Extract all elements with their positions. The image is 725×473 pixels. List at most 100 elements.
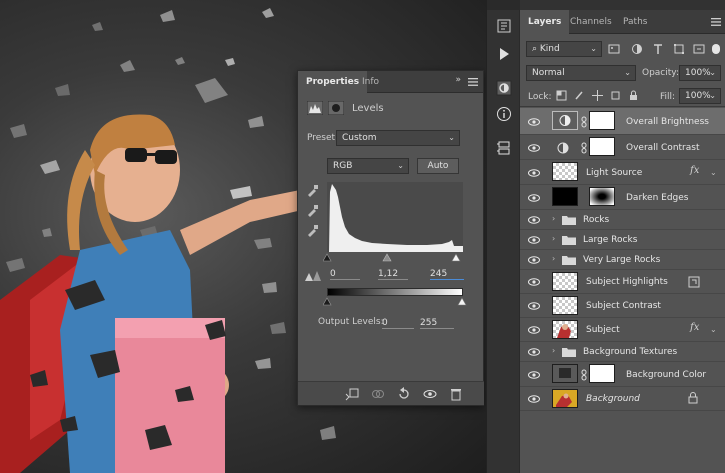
levels-histogram <box>327 182 463 252</box>
layer-row[interactable]: › Large Rocks <box>520 230 725 250</box>
visibility-eye-icon[interactable] <box>528 167 540 179</box>
adjustments-icon[interactable] <box>496 80 512 96</box>
play-actions-icon[interactable] <box>496 46 512 62</box>
lock-transparency-icon[interactable] <box>556 90 567 101</box>
filter-smart-object-icon[interactable] <box>693 43 705 55</box>
layer-mask-thumbnail[interactable] <box>589 137 615 156</box>
clipping-warning-icon[interactable] <box>304 270 322 282</box>
fill-field[interactable]: 100% ⌄ <box>679 88 721 104</box>
layer-mask-icon[interactable] <box>328 101 344 115</box>
input-mid-field[interactable]: 1,12 <box>378 268 408 280</box>
preset-label: Preset: <box>307 133 339 143</box>
layer-mask-thumbnail[interactable] <box>589 187 615 206</box>
chevron-right-icon[interactable]: › <box>552 234 555 243</box>
lock-icon[interactable] <box>688 392 698 404</box>
visibility-eye-icon[interactable] <box>528 300 540 312</box>
layer-row[interactable]: › Rocks <box>520 210 725 230</box>
info-icon[interactable] <box>496 106 512 122</box>
filter-adjustment-icon[interactable] <box>631 43 643 55</box>
visibility-eye-icon[interactable] <box>423 387 437 401</box>
properties-footer <box>298 381 484 405</box>
lock-pixels-icon[interactable] <box>574 90 585 101</box>
filter-type-icon[interactable] <box>652 43 664 55</box>
collapse-panel-icon[interactable]: » <box>455 75 461 85</box>
layer-row[interactable]: › Background Textures <box>520 342 725 362</box>
layer-thumbnail <box>552 162 578 181</box>
output-level-sliders[interactable] <box>323 297 467 307</box>
layer-row[interactable]: Subject Highlights <box>520 270 725 294</box>
fx-icon[interactable]: fx <box>690 322 699 333</box>
blend-mode-dropdown[interactable]: Normal ⌄ <box>526 65 636 81</box>
chain-link-icon[interactable] <box>581 369 587 381</box>
layer-mask-thumbnail[interactable] <box>589 111 615 130</box>
output-white-field[interactable]: 255 <box>420 317 454 329</box>
chevron-down-icon: ⌄ <box>448 133 455 142</box>
visibility-eye-icon[interactable] <box>528 214 540 226</box>
filter-pixel-icon[interactable] <box>608 43 620 55</box>
layer-row[interactable]: Subject Contrast <box>520 294 725 318</box>
filter-toggle-icon[interactable] <box>711 43 721 55</box>
layer-row[interactable]: › Very Large Rocks <box>520 250 725 270</box>
input-level-sliders[interactable] <box>323 252 467 262</box>
layer-name: Subject <box>586 325 620 335</box>
folder-icon <box>562 256 576 265</box>
layer-row[interactable]: Overall Brightness <box>520 108 725 135</box>
lock-all-icon[interactable] <box>628 90 639 101</box>
reset-icon[interactable] <box>397 387 411 401</box>
white-eyedropper-icon[interactable] <box>306 223 320 237</box>
visibility-eye-icon[interactable] <box>528 346 540 358</box>
layer-row[interactable]: Overall Contrast <box>520 135 725 160</box>
view-previous-state-icon[interactable] <box>371 387 385 401</box>
black-eyedropper-icon[interactable] <box>306 183 320 197</box>
visibility-eye-icon[interactable] <box>528 192 540 204</box>
chevron-right-icon[interactable]: › <box>552 254 555 263</box>
layer-filter-dropdown[interactable]: ⌕ Kind ⌄ <box>526 41 602 57</box>
layer-mask-thumbnail[interactable] <box>589 364 615 383</box>
gray-eyedropper-icon[interactable] <box>306 203 320 217</box>
adjustment-layer-icon <box>557 142 569 154</box>
adjustment-thumbnail <box>552 111 578 130</box>
visibility-eye-icon[interactable] <box>528 393 540 405</box>
input-black-field[interactable]: 0 <box>330 268 360 280</box>
layer-row[interactable]: Background Color <box>520 362 725 387</box>
chevron-down-icon[interactable]: ⌄ <box>710 325 717 334</box>
chevron-down-icon[interactable]: ⌄ <box>710 168 717 177</box>
tab-info[interactable]: Info <box>354 71 387 93</box>
trash-icon[interactable] <box>449 387 463 401</box>
clip-to-layer-icon[interactable] <box>345 387 359 401</box>
filter-shape-icon[interactable] <box>673 43 685 55</box>
lock-label: Lock: <box>528 92 552 102</box>
preset-dropdown[interactable]: Custom ⌄ <box>336 130 460 146</box>
panel-menu-icon[interactable] <box>467 76 479 88</box>
output-black-field[interactable]: 0 <box>382 317 414 329</box>
visibility-eye-icon[interactable] <box>528 254 540 266</box>
layer-row[interactable]: Light Source fx ⌄ <box>520 160 725 185</box>
tab-channels[interactable]: Channels <box>562 10 620 34</box>
layer-row[interactable]: Background <box>520 387 725 411</box>
chevron-right-icon[interactable]: › <box>552 214 555 223</box>
visibility-eye-icon[interactable] <box>528 369 540 381</box>
visibility-eye-icon[interactable] <box>528 234 540 246</box>
input-white-field[interactable]: 245 <box>430 268 464 280</box>
layer-comps-icon[interactable] <box>496 140 512 156</box>
opacity-field[interactable]: 100% ⌄ <box>679 65 721 81</box>
visibility-eye-icon[interactable] <box>528 276 540 288</box>
tab-paths[interactable]: Paths <box>615 10 655 34</box>
auto-button[interactable]: Auto <box>417 158 459 174</box>
visibility-eye-icon[interactable] <box>528 116 540 128</box>
output-gradient-bar <box>327 288 463 296</box>
visibility-eye-icon[interactable] <box>528 142 540 154</box>
channel-dropdown[interactable]: RGB ⌄ <box>327 158 409 174</box>
lock-position-icon[interactable] <box>592 90 603 101</box>
fx-icon[interactable]: fx <box>690 165 699 176</box>
chain-link-icon[interactable] <box>581 142 587 154</box>
lock-artboard-icon[interactable] <box>610 90 621 101</box>
fill-layer-thumbnail <box>552 364 578 383</box>
chevron-right-icon[interactable]: › <box>552 346 555 355</box>
layer-row[interactable]: Subject fx ⌄ <box>520 318 725 342</box>
visibility-eye-icon[interactable] <box>528 324 540 336</box>
panel-menu-icon[interactable] <box>710 16 722 28</box>
layer-row[interactable]: Darken Edges <box>520 185 725 210</box>
chain-link-icon[interactable] <box>581 116 587 128</box>
history-icon[interactable] <box>496 18 512 34</box>
